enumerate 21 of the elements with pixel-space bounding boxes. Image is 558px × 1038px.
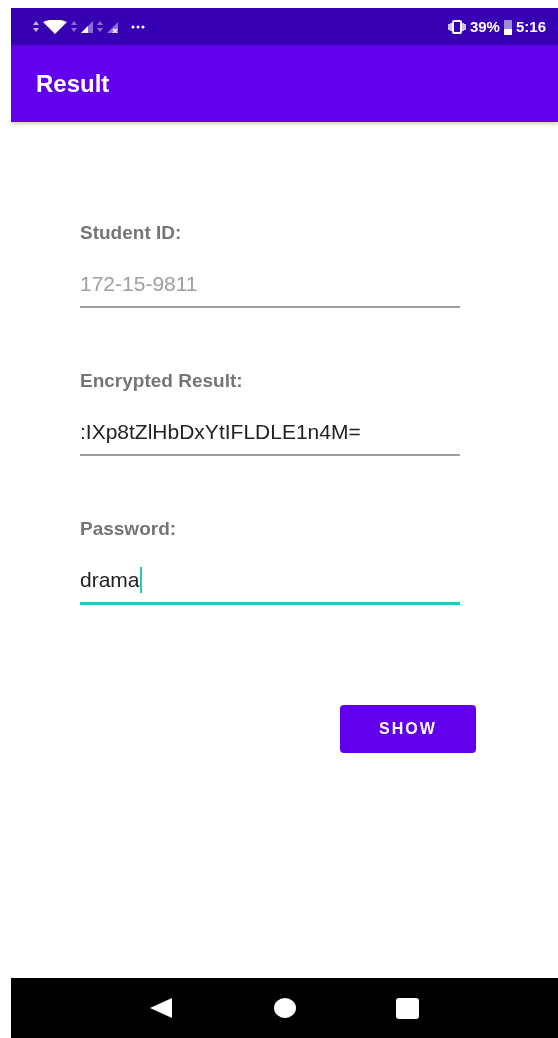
clock: 5:16: [515, 18, 546, 35]
back-icon[interactable]: [150, 997, 174, 1019]
field-label: Student ID:: [80, 222, 183, 244]
input-field[interactable]: drama: [80, 566, 460, 605]
battery-percent: 39%: [469, 18, 500, 35]
app-bar-title: Result: [36, 69, 110, 98]
battery-icon: [503, 18, 512, 35]
show-button[interactable]: SHOW: [340, 705, 476, 753]
recents-icon[interactable]: [396, 997, 419, 1019]
field-label: Encrypted Result:: [80, 370, 244, 392]
vibrate-icon: [447, 19, 466, 34]
more-icon: [131, 24, 145, 29]
data-arrows-icon: [71, 20, 77, 33]
home-icon[interactable]: [274, 998, 296, 1018]
input-field[interactable]: :IXp8tZlHbDxYtIFLDLE1n4M=: [80, 418, 460, 456]
signal-icon: [81, 20, 93, 33]
no-signal-icon: [107, 20, 119, 33]
data-arrows-icon: [97, 20, 103, 33]
data-arrows-icon: [33, 20, 39, 33]
field-label: Password:: [80, 518, 178, 540]
wifi-icon: [43, 19, 67, 34]
